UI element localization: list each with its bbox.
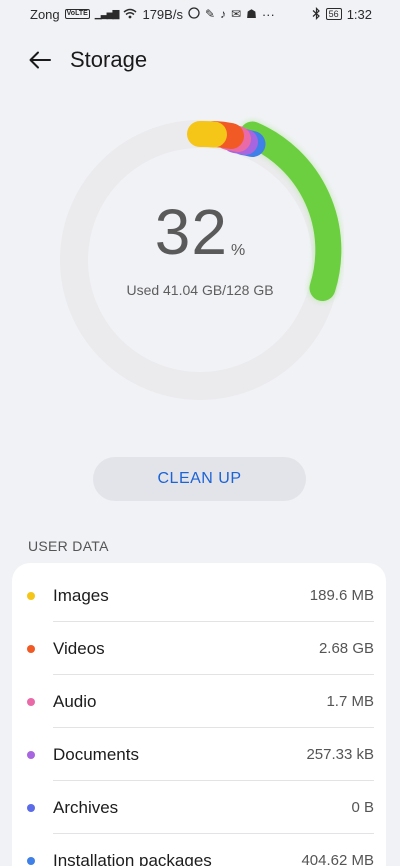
- signal-icon: ▁▃▅▇: [94, 8, 120, 19]
- status-bar: Zong VoLTE ▁▃▅▇ 179B/s ✎ ♪ ✉ ☗ ··· 56 1:…: [0, 0, 400, 28]
- clock: 1:32: [346, 6, 372, 22]
- item-size: 2.68 GB: [318, 640, 374, 657]
- list-item-archives[interactable]: Archives 0 B: [12, 781, 386, 834]
- item-size: 189.6 MB: [309, 587, 374, 604]
- item-size: 1.7 MB: [326, 693, 374, 710]
- list-item-videos[interactable]: Videos 2.68 GB: [12, 622, 386, 675]
- app-header: Storage: [0, 38, 400, 82]
- percent-value: 32: [154, 196, 228, 268]
- snapchat-icon: ☗: [246, 7, 257, 21]
- back-button[interactable]: [20, 40, 60, 80]
- images-dot: [27, 591, 35, 600]
- item-size: 257.33 kB: [306, 746, 374, 763]
- item-label: Documents: [53, 744, 139, 764]
- arrow-left-icon: [29, 51, 51, 69]
- percent-unit: %: [230, 242, 246, 259]
- carrier-name: Zong: [30, 6, 60, 22]
- item-label: Installation packages: [53, 850, 212, 866]
- used-storage-text: Used 41.04 GB/128 GB: [126, 282, 274, 298]
- archives-dot: [27, 803, 35, 812]
- list-item-documents[interactable]: Documents 257.33 kB: [12, 728, 386, 781]
- user-data-list: Images 189.6 MB Videos 2.68 GB Audio 1.7…: [12, 563, 386, 866]
- message-icon: ✉: [231, 7, 242, 21]
- volte-icon: VoLTE: [64, 9, 90, 19]
- item-label: Videos: [53, 638, 105, 658]
- item-label: Archives: [53, 797, 119, 817]
- item-size: 404.62 MB: [301, 852, 374, 866]
- section-title: USER DATA: [28, 538, 109, 554]
- status-right: 56 1:32: [312, 7, 372, 22]
- list-item-images[interactable]: Images 189.6 MB: [12, 569, 386, 622]
- gauge-segment-images: [187, 120, 227, 148]
- item-size: 0 B: [351, 799, 374, 816]
- percent-display: 32 %: [0, 200, 400, 264]
- battery-icon: 56: [325, 8, 342, 20]
- bluetooth-icon: [312, 6, 321, 22]
- notification-icon: ✎: [204, 7, 216, 21]
- list-item-audio[interactable]: Audio 1.7 MB: [12, 675, 386, 728]
- clean-up-button[interactable]: CLEAN UP: [93, 457, 306, 501]
- status-left: Zong VoLTE ▁▃▅▇ 179B/s ✎ ♪ ✉ ☗ ···: [30, 7, 275, 22]
- audio-dot: [27, 697, 35, 706]
- installation-packages-dot: [27, 856, 35, 865]
- videos-dot: [27, 644, 35, 653]
- page-title: Storage: [70, 47, 148, 72]
- tiktok-icon: ♪: [220, 7, 227, 21]
- item-label: Audio: [53, 691, 97, 711]
- list-item-installation-packages[interactable]: Installation packages 404.62 MB: [12, 834, 386, 866]
- storage-gauge: 32 % Used 41.04 GB/128 GB: [0, 110, 400, 410]
- wifi-icon: [123, 8, 137, 21]
- more-notifications: ···: [261, 6, 275, 22]
- documents-dot: [27, 750, 35, 759]
- whatsapp-icon: [188, 7, 200, 21]
- net-speed: 179B/s: [142, 6, 183, 22]
- item-label: Images: [53, 585, 109, 605]
